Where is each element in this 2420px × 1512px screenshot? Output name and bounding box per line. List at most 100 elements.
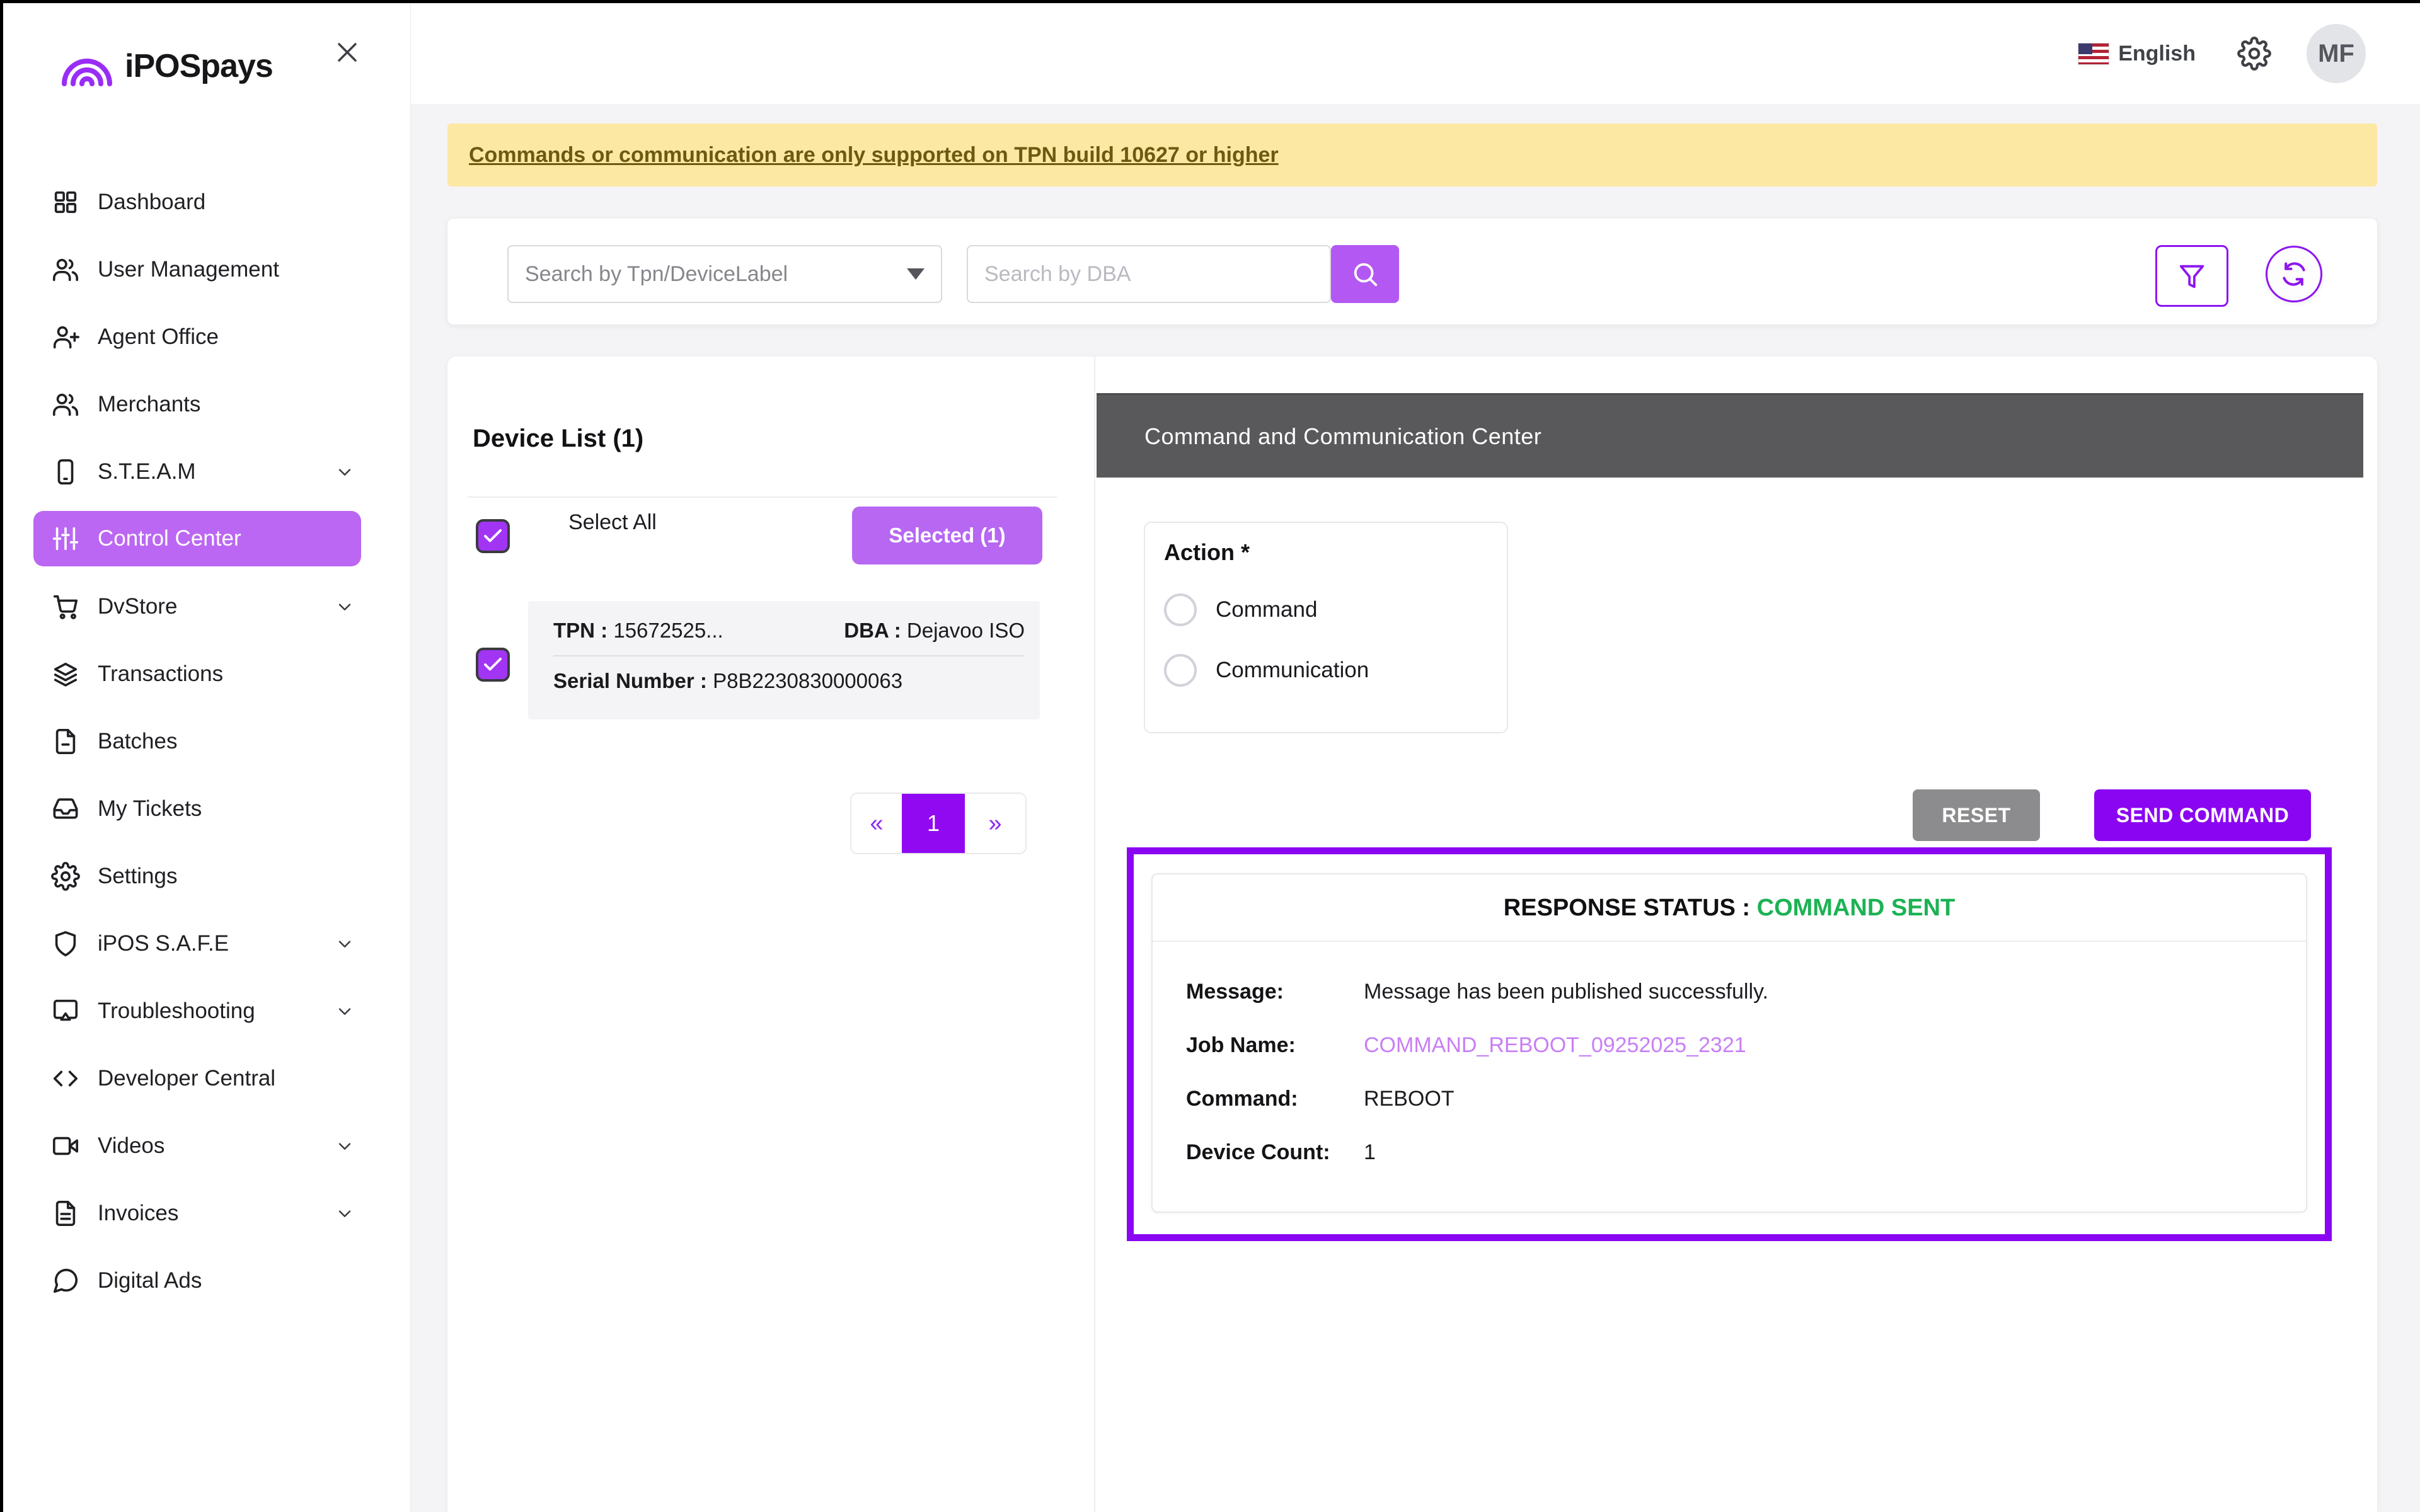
- topbar: English MF: [2078, 24, 2366, 83]
- sidebar-item-label: Invoices: [98, 1200, 179, 1225]
- sidebar-item-troubleshooting[interactable]: Troubleshooting: [33, 977, 361, 1045]
- chevron-down-icon: [335, 934, 355, 954]
- dashboard-icon: [51, 188, 80, 217]
- sidebar-item-transactions[interactable]: Transactions: [33, 640, 361, 707]
- search-icon: [1354, 263, 1378, 287]
- sidebar-item-label: Merchants: [98, 391, 201, 416]
- sidebar-item-label: iPOS S.A.F.E: [98, 931, 229, 956]
- brand-name: iPOSpays: [125, 48, 274, 84]
- device-checkbox[interactable]: [476, 648, 510, 682]
- select-all-checkbox[interactable]: [476, 519, 510, 553]
- pagination-prev-button[interactable]: «: [851, 794, 902, 853]
- settings-gear-icon[interactable]: [2237, 37, 2271, 71]
- radio-option-communication[interactable]: Communication: [1164, 654, 1507, 687]
- sliders-icon: [51, 524, 80, 553]
- sidebar-item-s-t-e-a-m[interactable]: S.T.E.A.M: [33, 438, 361, 505]
- brand-logo: iPOSpays: [57, 40, 274, 93]
- user-plus-icon: [51, 323, 80, 352]
- inbox-icon: [51, 794, 80, 823]
- radio-icon[interactable]: [1164, 593, 1197, 626]
- response-row-devicecount: Device Count: 1: [1186, 1140, 1376, 1164]
- sidebar-item-invoices[interactable]: Invoices: [33, 1179, 361, 1247]
- sidebar-item-digital-ads[interactable]: Digital Ads: [33, 1247, 361, 1314]
- users-icon: [51, 390, 80, 419]
- device-tpn: TPN : 15672525...: [553, 619, 723, 642]
- filter-button[interactable]: [2155, 245, 2228, 307]
- sidebar-item-label: Dashboard: [98, 189, 206, 214]
- close-icon[interactable]: [331, 36, 364, 69]
- chevron-down-icon: [335, 1001, 355, 1021]
- layers-icon: [51, 660, 80, 689]
- chevron-down-icon: [335, 597, 355, 617]
- action-group: Action * Command Communication: [1144, 522, 1508, 733]
- search-type-dropdown[interactable]: Search by Tpn/DeviceLabel: [507, 245, 942, 303]
- sidebar-item-developer-central[interactable]: Developer Central: [33, 1045, 361, 1112]
- sidebar-item-label: Videos: [98, 1133, 165, 1158]
- selected-count-button[interactable]: Selected (1): [852, 507, 1042, 564]
- sidebar-item-ipos-s-a-f-e[interactable]: iPOS S.A.F.E: [33, 910, 361, 977]
- response-panel: RESPONSE STATUS : COMMAND SENT Message: …: [1127, 847, 2332, 1241]
- search-type-dropdown-value: Search by Tpn/DeviceLabel: [525, 261, 788, 286]
- funnel-icon: [2179, 265, 2204, 289]
- sidebar-item-control-center[interactable]: Control Center: [33, 511, 361, 566]
- radio-icon[interactable]: [1164, 654, 1197, 687]
- avatar[interactable]: MF: [2307, 24, 2366, 83]
- device-list-divider: [468, 496, 1057, 498]
- sidebar-item-my-tickets[interactable]: My Tickets: [33, 775, 361, 842]
- sidebar-menu: Dashboard User Management Agent Office Merc…: [3, 168, 410, 1314]
- pagination-page-1[interactable]: 1: [902, 794, 965, 853]
- sidebar-item-label: DvStore: [98, 593, 178, 619]
- pagination: « 1 »: [850, 793, 1027, 854]
- main-panel: Device List (1) Select All Selected (1) …: [447, 357, 2377, 1512]
- sidebar-item-label: Batches: [98, 728, 178, 753]
- search-dba-input[interactable]: [967, 245, 1331, 303]
- command-center-title: Command and Communication Center: [1144, 423, 1542, 449]
- reset-button[interactable]: RESET: [1913, 789, 2040, 841]
- device-list-item[interactable]: TPN : 15672525... DBA : Dejavoo ISO Seri…: [528, 601, 1040, 719]
- sidebar-item-label: Settings: [98, 863, 178, 888]
- sidebar-item-settings[interactable]: Settings: [33, 842, 361, 910]
- screen-share-icon: [51, 997, 80, 1026]
- sidebar-item-label: Transactions: [98, 661, 224, 686]
- send-command-button[interactable]: SEND COMMAND: [2094, 789, 2311, 841]
- sidebar-item-batches[interactable]: Batches: [33, 707, 361, 775]
- chevron-down-icon: [335, 462, 355, 482]
- status-value: COMMAND SENT: [1756, 895, 1956, 921]
- device-serial: Serial Number : P8B2230830000063: [553, 669, 903, 692]
- sidebar-item-label: S.T.E.A.M: [98, 459, 196, 484]
- check-icon: [484, 658, 502, 671]
- sidebar-item-merchants[interactable]: Merchants: [33, 370, 361, 438]
- sidebar-item-label: User Management: [98, 256, 279, 282]
- sidebar-item-videos[interactable]: Videos: [33, 1112, 361, 1179]
- sidebar-item-dashboard[interactable]: Dashboard: [33, 168, 361, 236]
- chat-icon: [51, 1266, 80, 1295]
- action-label: Action *: [1164, 539, 1250, 565]
- users-icon: [51, 255, 80, 284]
- dropdown-caret-icon: [907, 268, 925, 280]
- device-dba: DBA : Dejavoo ISO: [844, 619, 1025, 642]
- cart-icon: [51, 592, 80, 621]
- sidebar: iPOSpays Dashboard User Management Agent O…: [3, 3, 411, 1512]
- response-status: RESPONSE STATUS : COMMAND SENT: [1503, 895, 1956, 921]
- file-minus-icon: [51, 727, 80, 756]
- sidebar-item-dvstore[interactable]: DvStore: [33, 573, 361, 640]
- refresh-button[interactable]: [2266, 246, 2322, 302]
- banner-link[interactable]: Commands or communication are only suppo…: [469, 143, 1279, 168]
- command-center-header: Command and Communication Center: [1097, 393, 2363, 478]
- language-selector[interactable]: English: [2118, 42, 2196, 66]
- sidebar-item-user-management[interactable]: User Management: [33, 236, 361, 303]
- sidebar-item-agent-office[interactable]: Agent Office: [33, 303, 361, 370]
- radio-option-command[interactable]: Command: [1164, 593, 1507, 626]
- device-card-divider: [553, 655, 1025, 656]
- search-button[interactable]: [1331, 245, 1399, 303]
- video-icon: [51, 1131, 80, 1160]
- column-divider: [1094, 357, 1095, 1512]
- sidebar-item-label: My Tickets: [98, 796, 202, 821]
- pagination-next-button[interactable]: »: [965, 794, 1025, 853]
- check-icon: [484, 529, 502, 542]
- device-list-title: Device List (1): [473, 425, 644, 452]
- job-name-link[interactable]: COMMAND_REBOOT_09252025_2321: [1364, 1033, 1746, 1058]
- code-icon: [51, 1064, 80, 1093]
- rainbow-logo-icon: [62, 59, 112, 86]
- sidebar-item-label: Digital Ads: [98, 1268, 202, 1293]
